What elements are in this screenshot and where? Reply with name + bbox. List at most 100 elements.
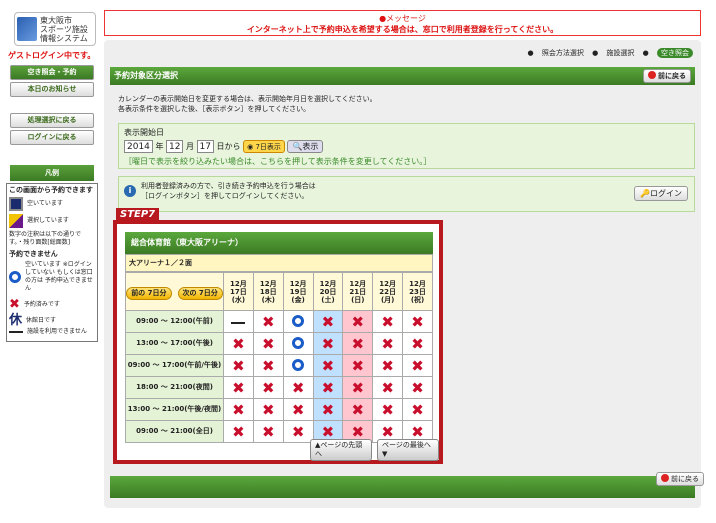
availability-table: 前の 7日分 次の 7日分 12月 17日 (水) 12月 18日 (木) 12月 19日 (金… — [125, 272, 433, 443]
availability-cell: ✖ — [372, 398, 404, 421]
availability-cell[interactable] — [282, 310, 314, 333]
time-slot-label: 18:00 ～ 21:00(夜間) — [125, 376, 224, 399]
reserved-cross-icon: ✖ — [411, 422, 424, 441]
show-button[interactable]: 🔍表示 — [287, 140, 324, 153]
next-week-button[interactable]: 次の 7日分 — [177, 286, 223, 300]
reserved-cross-icon: ✖ — [321, 422, 335, 441]
availability-cell: ✖ — [372, 376, 404, 399]
sidebar-item-notices[interactable]: 本日のお知らせ — [10, 82, 94, 97]
legend-subtitle: この画面から予約できます — [9, 186, 93, 194]
availability-cell: ✖ — [312, 332, 344, 355]
date-selector: 表示開始日 2014 年 12 月 17 日から ◉ 7日表示 🔍表示 ［曜日で… — [118, 123, 695, 169]
reserved-cross-icon: ✖ — [232, 356, 245, 375]
legend: この画面から予約できます 空いています 選択しています 数字の注釈は以下の通りで… — [6, 183, 98, 342]
legend-unavailable: 予約できません — [9, 250, 58, 258]
footer-back-button[interactable]: 前に戻る — [656, 472, 704, 486]
table-row: 18:00 ～ 21:00(夜間) ✖ ✖ ✖ ✖ ✖ ✖ ✖ — [125, 376, 433, 399]
availability-cell: ✖ — [342, 310, 374, 333]
availability-cell — [223, 310, 254, 333]
reserved-cross-icon: ✖ — [411, 312, 424, 331]
reserved-cross-icon: ✖ — [381, 356, 394, 375]
login-info: i 利用者登録済みの方で、引き続き予約申込を行う場合は ［ログインボタン］を押し… — [118, 176, 695, 212]
availability-cell[interactable] — [282, 332, 314, 355]
nav-header: 前の 7日分 次の 7日分 — [125, 272, 224, 311]
legend-title: 凡例 — [10, 165, 94, 181]
reserved-cross-icon: ✖ — [261, 334, 275, 353]
facility-title: 総合体育館（東大阪アリーナ） — [125, 232, 433, 254]
reserved-cross-icon: ✖ — [411, 400, 424, 419]
time-slot-label: 13:00 ～ 21:00(午後/夜間) — [125, 398, 224, 421]
availability-cell: ✖ — [312, 376, 344, 399]
logo-text: 東大阪市 スポーツ施設 情報システム — [40, 15, 88, 43]
reserved-cross-icon: ✖ — [411, 378, 424, 397]
prev-week-button[interactable]: 前の 7日分 — [126, 286, 172, 300]
table-row: 13:00 ～ 17:00(午後) ✖ ✖ ✖ ✖ ✖ ✖ — [125, 332, 433, 355]
guest-status: ゲストログイン中です。 — [8, 51, 96, 60]
reserved-cross-icon: ✖ — [291, 378, 305, 397]
available-circle-icon — [292, 336, 305, 349]
availability-cell: ✖ — [342, 376, 374, 399]
date-header: 12月 17日 (水) — [223, 272, 254, 311]
mode-radios: ● 照会方法選択 ● 施設選択 ● 空き照会 — [522, 48, 693, 58]
reserved-cross-icon: ✖ — [321, 400, 335, 419]
reserved-cross-icon: ✖ — [321, 356, 335, 375]
time-slot-label: 13:00 ～ 17:00(午後) — [125, 332, 224, 355]
availability-cell[interactable] — [282, 354, 314, 377]
reserved-cross-icon: ✖ — [232, 334, 245, 353]
radio-availability[interactable]: ● 空き照会 — [643, 48, 693, 58]
seven-day-button[interactable]: ◉ 7日表示 — [243, 140, 285, 153]
date-header: 12月 18日 (木) — [252, 272, 284, 311]
availability-cell: ✖ — [223, 398, 254, 421]
radio-facility[interactable]: ● 施設選択 — [592, 49, 634, 57]
availability-cell: ✖ — [342, 354, 374, 377]
sidebar-item-process-select[interactable]: 処理選択に戻る — [10, 113, 94, 128]
sidebar-item-login[interactable]: ログインに戻る — [10, 130, 94, 145]
message-box: ●メッセージ インターネット上で予約申込を希望する場合は、窓口で利用者登録を行っ… — [104, 10, 701, 36]
availability-cell: ✖ — [402, 310, 433, 333]
availability-frame: 総合体育館（東大阪アリーナ） 大アリーナ１／２面 前の 7日分 次の 7日分 1… — [113, 220, 443, 464]
time-slot-label: 09:00 ～ 17:00(午前/午後) — [125, 354, 224, 377]
login-button[interactable]: 🔑ログイン — [634, 186, 688, 201]
date-header: 12月 22日 (月) — [372, 272, 404, 311]
time-slot-label: 09:00 ～ 12:00(午前) — [125, 310, 224, 333]
reserved-cross-icon: ✖ — [351, 378, 365, 397]
message-text: インターネット上で予約申込を希望する場合は、窓口で利用者登録を行ってください。 — [246, 25, 559, 34]
year-select[interactable]: 2014 — [124, 140, 153, 153]
availability-cell: ✖ — [252, 398, 284, 421]
page-bottom-button[interactable]: ページの最後へ▼ — [377, 439, 439, 461]
key-icon: 🔑 — [640, 189, 650, 198]
selected-swatch-icon — [9, 214, 23, 228]
availability-cell: ✖ — [372, 354, 404, 377]
reserved-cross-icon: ✖ — [232, 422, 245, 441]
filter-hint-link[interactable]: ［曜日で表示を絞り込みたい場合は、こちらを押して表示条件を変更してください。］ — [124, 156, 689, 167]
day-select[interactable]: 17 — [196, 140, 214, 153]
availability-cell: ✖ — [252, 376, 284, 399]
availability-cell: ✖ — [402, 376, 433, 399]
reserved-cross-icon: ✖ — [381, 312, 394, 331]
back-button[interactable]: 前に戻る — [643, 69, 691, 83]
available-circle-icon — [292, 314, 305, 327]
reserved-cross-icon: ✖ — [351, 422, 365, 441]
bottom-bar — [110, 476, 695, 498]
unavailable-dash-icon — [231, 322, 246, 324]
reserved-cross-icon: ✖ — [351, 356, 365, 375]
availability-cell: ✖ — [223, 376, 254, 399]
reserved-cross-icon: ✖ — [261, 400, 275, 419]
cross-icon: ✖ — [9, 297, 20, 312]
reserved-cross-icon: ✖ — [321, 334, 335, 353]
availability-cell: ✖ — [342, 398, 374, 421]
dash-icon — [9, 331, 23, 333]
page-top-button[interactable]: ▲ページの先頭へ — [310, 439, 372, 461]
availability-cell: ✖ — [282, 398, 314, 421]
availability-cell: ✖ — [252, 354, 284, 377]
availability-cell: ✖ — [223, 354, 254, 377]
arena-name: 大アリーナ１／２面 — [125, 254, 433, 272]
reserved-cross-icon: ✖ — [351, 334, 365, 353]
reserved-cross-icon: ✖ — [261, 378, 275, 397]
month-select[interactable]: 12 — [166, 140, 184, 153]
date-header: 12月 19日 (金) — [282, 272, 314, 311]
availability-cell: ✖ — [252, 332, 284, 355]
radio-method[interactable]: ● 照会方法選択 — [528, 49, 584, 57]
sidebar-item-availability[interactable]: 空き照会・予約 — [10, 65, 94, 80]
back-arrow-icon — [648, 71, 656, 79]
